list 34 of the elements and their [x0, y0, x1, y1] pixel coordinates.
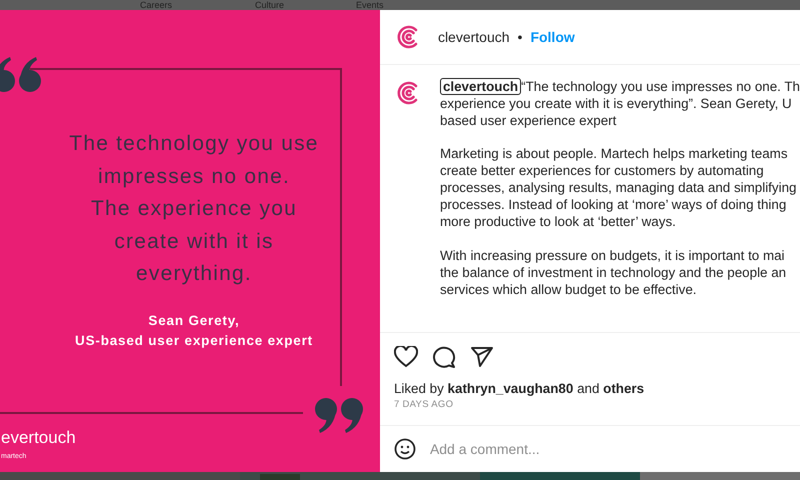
quote-mark-icon: [314, 397, 366, 435]
attribution-text: Sean Gerety,: [148, 312, 240, 330]
caption-text: more productive to look at ‘better’ ways.: [440, 214, 676, 229]
nav-link[interactable]: Culture: [255, 0, 284, 10]
quote-text: The technology you use: [69, 131, 319, 157]
quote-text: impresses no one.: [98, 164, 290, 190]
caption-text: based user experience expert: [440, 112, 616, 128]
quote-text: everything.: [136, 261, 252, 287]
caption-text: experience you create with it is everything”. Sean Gerety, U: [440, 96, 792, 111]
nav-link[interactable]: Careers: [140, 0, 172, 10]
username-link[interactable]: clevertouch: [438, 28, 510, 45]
username-link[interactable]: clevertouch: [440, 78, 522, 95]
caption-text: processes. Instead of looking at ‘more’ ways of doing thing: [440, 197, 786, 212]
caption-text: services which allow budget to be effective.: [440, 282, 696, 297]
caption-text: With increasing pressure on budgets, it is important to mai: [440, 248, 785, 263]
heart-icon[interactable]: [394, 346, 418, 368]
nav-link[interactable]: Events: [356, 0, 384, 10]
emoji-icon[interactable]: [394, 438, 416, 460]
brand-logo-text: evertouch: [1, 428, 76, 448]
caption-text: the balance of investment in technology and the people an: [440, 264, 786, 280]
caption-text: create better experiences for customers by automating: [440, 163, 764, 178]
quote-mark-icon: [0, 55, 42, 93]
likes-text: Liked by kathryn_vaughan80 and others: [392, 381, 646, 396]
separator-dot: •: [518, 28, 522, 45]
post-time: 7 DAYS AGO: [392, 399, 454, 410]
quote-text: The experience you: [90, 196, 298, 222]
caption-text: Marketing is about people. Martech helps marketing teams: [440, 146, 788, 162]
comment-icon[interactable]: [432, 346, 456, 368]
attribution-text: US-based user experience expert: [75, 332, 313, 350]
caption-text: “The technology you use impresses no one. Th: [521, 78, 800, 94]
quote-text: create with it is: [114, 228, 274, 254]
caption-text: processes, analysing results, managing data and simplifying: [440, 180, 796, 196]
send-icon[interactable]: [470, 346, 494, 368]
follow-link[interactable]: Follow: [530, 28, 575, 45]
